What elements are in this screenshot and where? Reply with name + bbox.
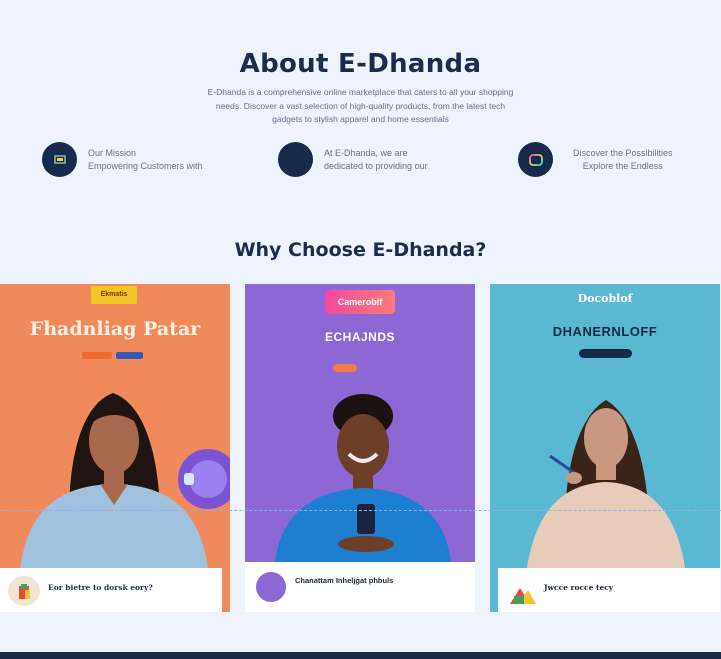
feature-possibilities-text: Explore the Endless (582, 160, 663, 171)
card-button-primary[interactable] (82, 352, 112, 359)
card-blue[interactable]: Docoblof DHANERNLOFF Jwcce rocce tecy (490, 284, 720, 612)
feature-mission: Our Mission Empowering Customers with (42, 142, 203, 177)
about-title: About E-Dhanda (239, 49, 482, 79)
why-title: Why Choose E-Dhanda? (234, 239, 487, 261)
person-illustration (275, 394, 451, 562)
feature-dedication-text: dedicated to providing our (324, 160, 428, 171)
feature-mission-title: Our Mission (88, 147, 137, 158)
card-footer: Eor bietre to dorsk eory? (0, 568, 222, 612)
bag-icon (8, 576, 40, 606)
card-logo: Docoblof (577, 292, 633, 305)
person-illustration (526, 400, 686, 574)
card-headline: DHANERNLOFF (552, 324, 658, 339)
card-badge: Camerobif (325, 290, 395, 314)
gradient-square-icon (518, 142, 553, 177)
card-button-primary[interactable] (333, 364, 357, 372)
feature-dedication: At E-Dhanda, we are dedicated to providi… (278, 142, 428, 177)
circle-icon (278, 142, 313, 177)
card-button-secondary[interactable] (116, 352, 143, 359)
card-footer-title: Jwcce rocce tecy (544, 583, 614, 592)
about-intro: E-Dhanda is a comprehensive online marke… (207, 87, 514, 124)
card-logo: Ekmatis (91, 286, 137, 304)
card-footer-title: Eor bietre to dorsk eory? (48, 583, 153, 592)
card-headline: ECHAJNDS (324, 330, 395, 344)
feature-possibilities-title: Discover the Possibilities (573, 147, 673, 158)
monitor-icon (42, 142, 77, 177)
card-headline: Fhadnliag Patar (29, 318, 201, 340)
card-footer: Jwcce rocce tecy (498, 568, 720, 612)
card-footer-title: Chanattam Inheljgat phbuls (295, 576, 394, 585)
card-purple[interactable]: Camerobif ECHAJNDS Chanattam Inheljgat p… (245, 284, 475, 612)
feature-possibilities: Discover the Possibilities Explore the E… (518, 142, 673, 177)
card-footer: Chanattam Inheljgat phbuls (245, 562, 475, 612)
avatar (256, 572, 286, 602)
person-illustration (20, 393, 230, 569)
guide-line (0, 510, 721, 511)
feature-dedication-title: At E-Dhanda, we are (324, 147, 408, 158)
footer-bar (0, 652, 721, 659)
card-button-primary[interactable] (579, 349, 632, 358)
shapes-icon (510, 588, 536, 604)
feature-mission-text: Empowering Customers with (88, 160, 203, 171)
card-orange[interactable]: Ekmatis Fhadnliag Patar Eor bietre to do… (0, 284, 230, 612)
